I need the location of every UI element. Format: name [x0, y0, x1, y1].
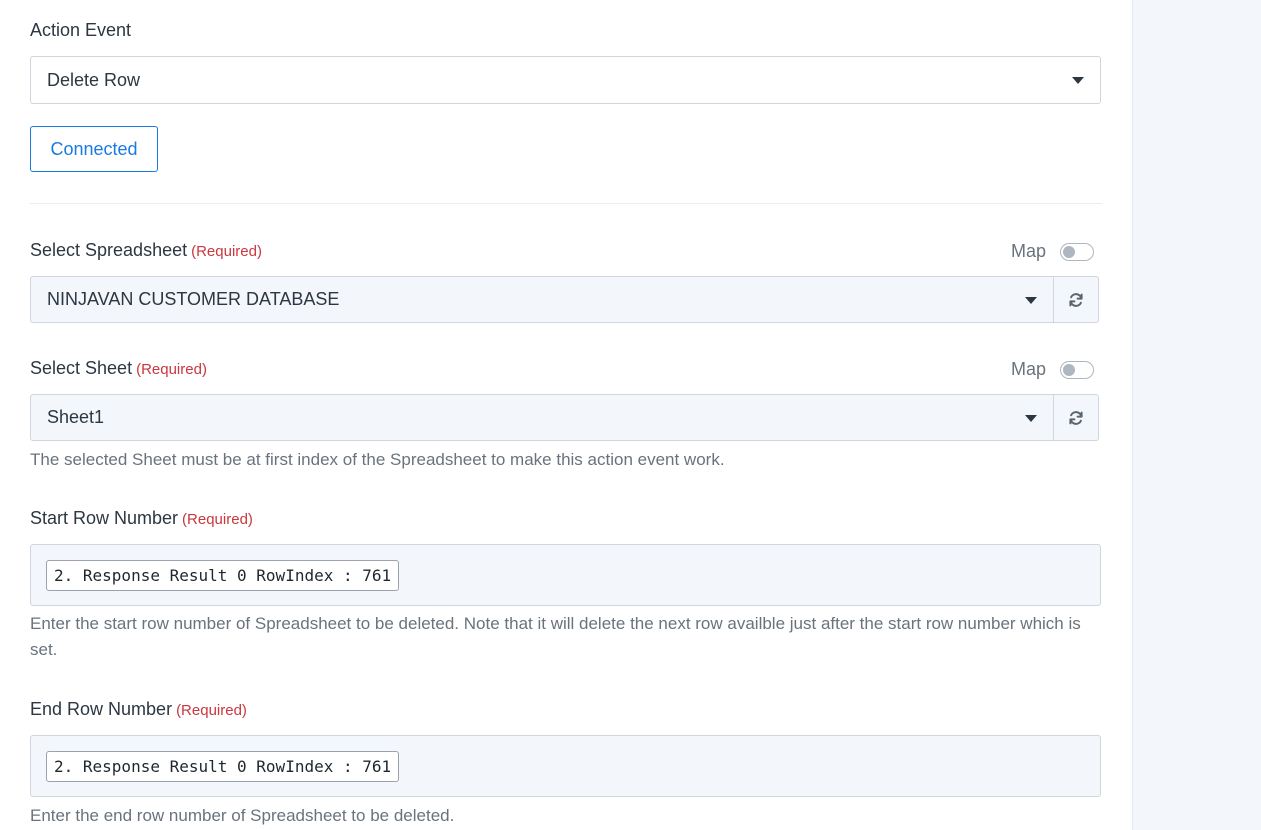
action-event-label: Action Event [30, 20, 132, 40]
refresh-icon [1069, 292, 1083, 307]
sheet-refresh-button[interactable] [1054, 394, 1099, 441]
spreadsheet-select[interactable]: NINJAVAN CUSTOMER DATABASE [30, 276, 1054, 323]
caret-down-icon [1025, 414, 1037, 422]
sheet-select[interactable]: Sheet1 [30, 394, 1054, 441]
end-row-input[interactable]: 2. Response Result 0 RowIndex : 761 [30, 735, 1101, 797]
sheet-map-toggle[interactable] [1060, 360, 1094, 379]
start-row-label: Start Row Number (Required) [30, 508, 253, 528]
spreadsheet-map-control: Map [1011, 241, 1094, 262]
start-row-help-text: Enter the start row number of Spreadshee… [30, 614, 1081, 659]
start-row-input[interactable]: 2. Response Result 0 RowIndex : 761 [30, 544, 1101, 606]
spreadsheet-refresh-button[interactable] [1054, 276, 1099, 323]
toggle-knob [1063, 245, 1075, 258]
sheet-value: Sheet1 [47, 407, 105, 427]
required-tag: (Required) [176, 702, 247, 719]
required-tag: (Required) [136, 361, 207, 378]
caret-down-icon [1072, 77, 1084, 84]
caret-down-icon [1025, 296, 1037, 304]
select-spreadsheet-label: Select Spreadsheet (Required) [30, 240, 262, 260]
select-sheet-label: Select Sheet (Required) [30, 358, 207, 378]
divider [30, 203, 1102, 204]
end-row-mapped-chip[interactable]: 2. Response Result 0 RowIndex : 761 [46, 751, 400, 782]
sheet-map-control: Map [1011, 359, 1094, 380]
required-tag: (Required) [182, 511, 253, 528]
map-label: Map [1010, 241, 1046, 261]
action-event-select[interactable]: Delete Row [30, 56, 1101, 104]
end-row-label: End Row Number (Required) [30, 699, 247, 719]
start-row-mapped-chip[interactable]: 2. Response Result 0 RowIndex : 761 [46, 560, 400, 591]
right-side-panel [1132, 0, 1261, 830]
spreadsheet-value: NINJAVAN CUSTOMER DATABASE [47, 289, 340, 309]
end-row-help-text: Enter the end row number of Spreadsheet … [30, 806, 455, 825]
action-event-value: Delete Row [47, 69, 141, 90]
spreadsheet-map-toggle[interactable] [1060, 242, 1094, 261]
map-label: Map [1010, 359, 1046, 379]
refresh-icon [1069, 410, 1083, 425]
toggle-knob [1063, 363, 1075, 376]
sheet-help-text: The selected Sheet must be at first inde… [30, 450, 725, 469]
required-tag: (Required) [191, 243, 262, 260]
connected-button[interactable]: Connected [30, 126, 158, 172]
